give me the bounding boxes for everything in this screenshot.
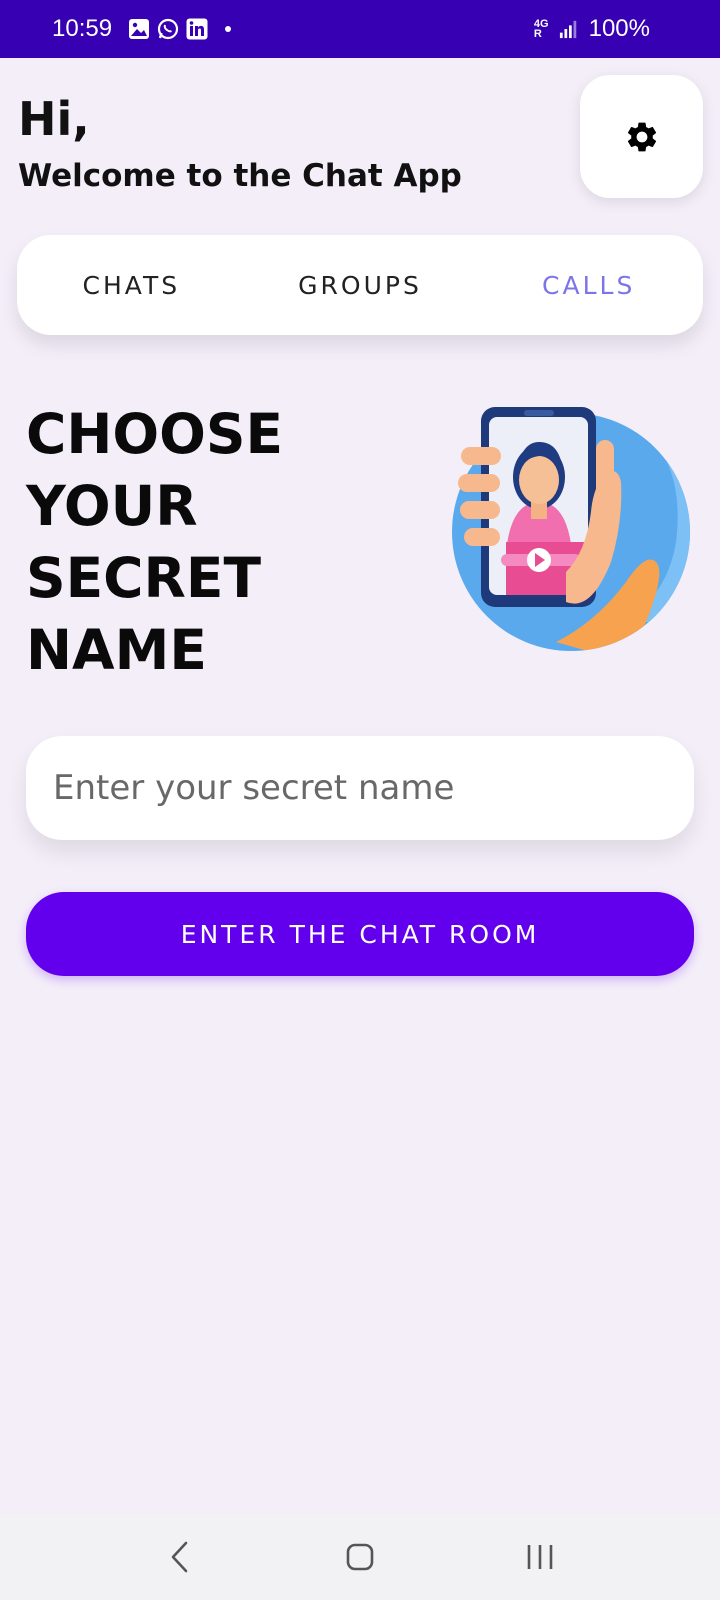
gallery-icon xyxy=(129,19,150,39)
tab-bar: CHATS GROUPS CALLS xyxy=(17,235,703,335)
status-bar: 10:59 4G R 100% xyxy=(0,0,720,58)
settings-button[interactable] xyxy=(580,75,703,198)
status-bar-right: 4G R 100% xyxy=(534,15,650,43)
home-button[interactable] xyxy=(330,1527,390,1587)
linkedin-icon xyxy=(186,18,208,40)
back-button[interactable] xyxy=(150,1527,210,1587)
status-bar-left: 10:59 xyxy=(52,15,232,43)
signal-icon xyxy=(559,20,576,39)
recents-button[interactable] xyxy=(510,1527,570,1587)
status-time: 10:59 xyxy=(52,15,113,42)
roaming-indicator: R xyxy=(533,28,542,40)
gear-icon xyxy=(627,122,656,151)
notification-icons xyxy=(128,18,232,40)
network-indicator: 4G R xyxy=(533,19,549,40)
recents-icon xyxy=(527,1545,553,1569)
notification-dot xyxy=(225,26,232,32)
welcome-subtitle: Welcome to the Chat App xyxy=(18,158,462,194)
headline-line: CHOOSE xyxy=(26,402,284,466)
enter-chat-room-button[interactable]: ENTER THE CHAT ROOM xyxy=(26,892,694,976)
back-icon xyxy=(171,1541,188,1573)
page-headline: CHOOSE YOUR SECRET NAME xyxy=(26,398,346,686)
battery-level: 100% xyxy=(588,15,650,42)
headline-line: SECRET xyxy=(26,546,261,610)
whatsapp-icon xyxy=(157,18,179,40)
tab-calls[interactable]: CALLS xyxy=(474,271,703,300)
greeting-title: Hi, xyxy=(18,92,90,146)
secret-name-input[interactable] xyxy=(26,736,694,840)
tab-chats[interactable]: CHATS xyxy=(17,271,246,300)
video-call-illustration xyxy=(452,407,690,651)
headline-line: NAME xyxy=(26,618,207,682)
headline-line: YOUR xyxy=(26,474,198,538)
home-icon xyxy=(346,1543,374,1571)
tab-groups[interactable]: GROUPS xyxy=(246,271,475,300)
system-nav-bar xyxy=(0,1514,720,1600)
